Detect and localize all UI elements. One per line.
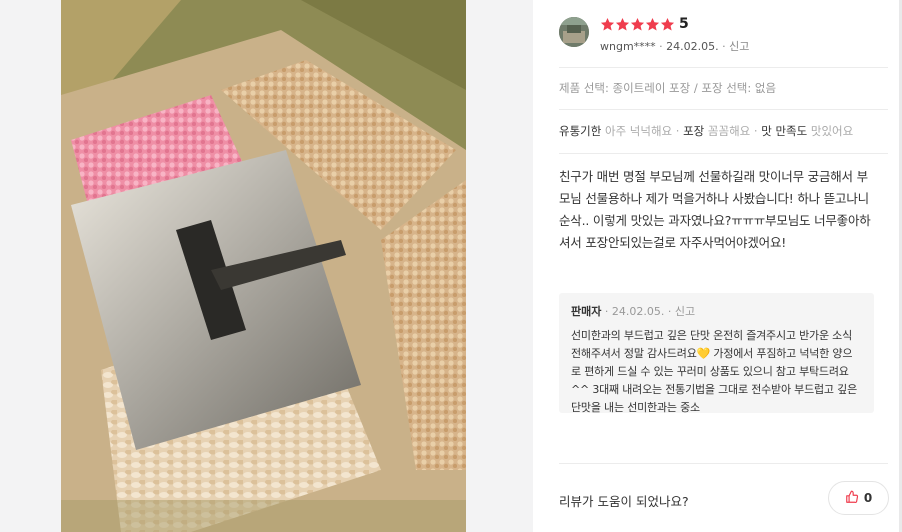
eval-value: 꼼꼼해요 <box>707 124 751 138</box>
divider <box>559 109 888 110</box>
review-body: 친구가 매번 명절 부모님께 선물하길래 맛이너무 궁금해서 부모님 선물용하나… <box>559 169 871 250</box>
username: wngm**** <box>600 40 656 53</box>
hangwa-gift-box-image <box>61 0 466 532</box>
review-photo[interactable] <box>61 0 466 532</box>
star-icon <box>645 17 660 32</box>
seller-reply-box: 판매자 · 24.02.05. · 신고 선미한과의 부드럽고 깊은 단맛 온전… <box>559 293 874 413</box>
helpful-button[interactable]: 0 <box>828 481 889 515</box>
divider <box>559 463 888 464</box>
eval-key: 맛 만족도 <box>761 124 808 138</box>
avatar <box>559 17 589 47</box>
helpful-question: 리뷰가 도움이 되었나요? <box>559 494 689 509</box>
eval-key: 포장 <box>683 124 705 138</box>
review-meta: wngm**** · 24.02.05. · 신고 <box>600 38 749 54</box>
seller-reply-header: 판매자 · 24.02.05. · 신고 <box>571 303 862 319</box>
seller-label: 판매자 <box>571 305 602 318</box>
seller-report-link[interactable]: 신고 <box>675 305 695 318</box>
star-icon <box>660 17 675 32</box>
eval-value: 아주 넉넉해요 <box>604 124 673 138</box>
review-viewer: 5 wngm**** · 24.02.05. · 신고 제품 선택: 종이트레이… <box>0 0 902 532</box>
review-detail-panel: 5 wngm**** · 24.02.05. · 신고 제품 선택: 종이트레이… <box>533 0 902 532</box>
eval-value: 맛있어요 <box>810 124 854 138</box>
meta-separator: · <box>667 305 672 318</box>
divider <box>559 153 888 154</box>
seller-reply-date: 24.02.05. <box>611 305 665 318</box>
eval-separator: · <box>675 124 680 138</box>
eval-key: 유통기한 <box>559 124 602 138</box>
photo-pane <box>0 0 533 532</box>
avatar-image <box>559 17 589 47</box>
report-link[interactable]: 신고 <box>729 40 749 53</box>
divider <box>559 67 888 68</box>
thumbs-up-icon <box>845 489 859 508</box>
star-icon <box>630 17 645 32</box>
seller-reply-text: 선미한과의 부드럽고 깊은 단맛 온전히 즐겨주시고 반가운 소식 전해주셔서 … <box>571 329 857 413</box>
review-date: 24.02.05. <box>666 40 719 53</box>
like-count: 0 <box>863 491 873 505</box>
meta-separator: · <box>604 305 609 318</box>
star-icon <box>615 17 630 32</box>
rating-value: 5 <box>679 16 689 32</box>
evaluation-summary: 유통기한 아주 넉넉해요 · 포장 꼼꼼해요 · 맛 만족도 맛있어요 <box>559 123 853 139</box>
meta-separator: · <box>722 40 726 53</box>
meta-separator: · <box>659 40 663 53</box>
eval-separator: · <box>753 124 758 138</box>
product-option: 제품 선택: 종이트레이 포장 / 포장 선택: 없음 <box>559 81 777 95</box>
star-icon <box>600 17 615 32</box>
review-header: 5 wngm**** · 24.02.05. · 신고 <box>559 14 889 56</box>
star-rating: 5 <box>600 14 689 34</box>
